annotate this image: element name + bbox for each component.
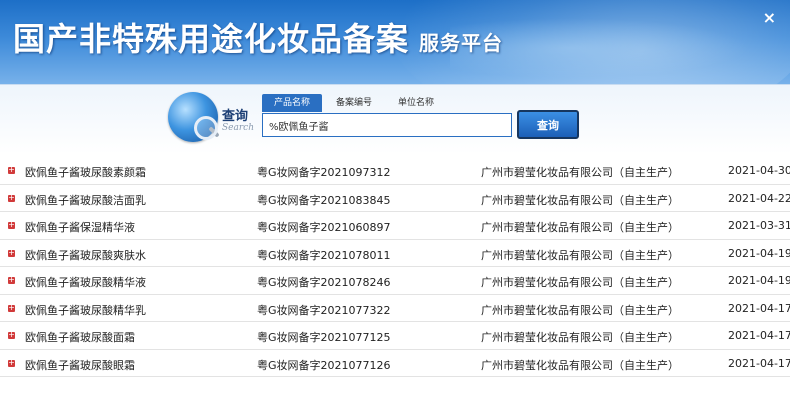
company-name: 广州市碧莹化妆品有限公司（自主生产） — [481, 276, 679, 289]
list-item: 欧佩鱼子酱玻尿酸精华液 粤G妆网备字2021078246 广州市碧莹化妆品有限公… — [0, 267, 790, 295]
registration-number: 粤G妆网备字2021078246 — [257, 276, 391, 289]
list-item: 欧佩鱼子酱玻尿酸眼霜 粤G妆网备字2021077126 广州市碧莹化妆品有限公司… — [0, 350, 790, 377]
registration-number: 粤G妆网备字2021077125 — [257, 331, 391, 344]
plus-icon — [8, 163, 15, 177]
record-date: 2021-04-19 — [728, 246, 790, 260]
product-name-link[interactable]: 欧佩鱼子酱玻尿酸精华液 — [25, 274, 146, 290]
registration-number: 粤G妆网备字2021083845 — [257, 193, 391, 207]
search-button[interactable]: 查询 — [517, 110, 579, 139]
product-name-link[interactable]: 欧佩鱼子酱玻尿酸素颜霜 — [25, 164, 146, 180]
company-name: 广州市碧莹化妆品有限公司（自主生产） — [481, 193, 679, 207]
site-title: 国产非特殊用途化妆品备案 服务平台 — [13, 14, 503, 60]
site-title-main: 国产非特殊用途化妆品备案 — [13, 20, 410, 58]
plus-icon — [8, 273, 15, 287]
record-date: 2021-04-17 — [728, 301, 790, 315]
list-item: 欧佩鱼子酱保湿精华液 粤G妆网备字2021060897 广州市碧莹化妆品有限公司… — [0, 212, 790, 240]
company-name: 广州市碧莹化妆品有限公司（自主生产） — [481, 166, 679, 179]
close-icon[interactable]: × — [763, 8, 776, 27]
site-title-sub: 服务平台 — [419, 31, 504, 55]
product-name-link[interactable]: 欧佩鱼子酱玻尿酸爽肤水 — [25, 247, 146, 263]
list-item: 欧佩鱼子酱玻尿酸精华乳 粤G妆网备字2021077322 广州市碧莹化妆品有限公… — [0, 295, 790, 322]
search-panel: 查询 Search 产品名称 备案编号 单位名称 查询 — [0, 84, 790, 154]
search-label: 查询 — [222, 109, 249, 124]
product-name-link[interactable]: 欧佩鱼子酱保湿精华液 — [25, 219, 135, 235]
record-date: 2021-03-31 — [728, 219, 790, 232]
registration-number: 粤G妆网备字2021078011 — [257, 248, 391, 262]
tab-company-name[interactable]: 单位名称 — [388, 94, 444, 112]
search-input[interactable] — [262, 113, 512, 137]
list-item: 欧佩鱼子酱玻尿酸洁面乳 粤G妆网备字2021083845 广州市碧莹化妆品有限公… — [0, 185, 790, 212]
results-list: 欧佩鱼子酱玻尿酸素颜霜 粤G妆网备字2021097312 广州市碧莹化妆品有限公… — [0, 157, 790, 377]
plus-icon — [8, 191, 15, 205]
plus-icon — [8, 246, 15, 260]
company-name: 广州市碧莹化妆品有限公司（自主生产） — [481, 331, 679, 344]
search-label-en: Search — [222, 123, 254, 133]
site-banner: 国产非特殊用途化妆品备案 服务平台 × — [0, 0, 790, 84]
product-name-link[interactable]: 欧佩鱼子酱玻尿酸面霜 — [25, 329, 135, 345]
company-name: 广州市碧莹化妆品有限公司（自主生产） — [481, 248, 679, 262]
company-name: 广州市碧莹化妆品有限公司（自主生产） — [481, 358, 679, 372]
plus-icon — [8, 218, 15, 232]
registration-number: 粤G妆网备字2021060897 — [257, 221, 391, 234]
tab-registration-number[interactable]: 备案编号 — [328, 94, 380, 112]
list-item: 欧佩鱼子酱玻尿酸素颜霜 粤G妆网备字2021097312 广州市碧莹化妆品有限公… — [0, 157, 790, 185]
tab-product-name[interactable]: 产品名称 — [262, 94, 322, 112]
record-date: 2021-04-19 — [728, 274, 790, 287]
plus-icon — [8, 356, 15, 370]
company-name: 广州市碧莹化妆品有限公司（自主生产） — [481, 303, 679, 317]
plus-icon — [8, 328, 15, 342]
list-item: 欧佩鱼子酱玻尿酸爽肤水 粤G妆网备字2021078011 广州市碧莹化妆品有限公… — [0, 240, 790, 267]
record-date: 2021-04-30 — [728, 164, 790, 177]
company-name: 广州市碧莹化妆品有限公司（自主生产） — [481, 221, 679, 234]
product-name-link[interactable]: 欧佩鱼子酱玻尿酸眼霜 — [25, 357, 135, 373]
list-item: 欧佩鱼子酱玻尿酸面霜 粤G妆网备字2021077125 广州市碧莹化妆品有限公司… — [0, 322, 790, 350]
product-name-link[interactable]: 欧佩鱼子酱玻尿酸精华乳 — [25, 302, 146, 318]
record-date: 2021-04-22 — [728, 191, 790, 205]
record-date: 2021-04-17 — [728, 356, 790, 370]
record-date: 2021-04-17 — [728, 329, 790, 342]
registration-number: 粤G妆网备字2021097312 — [257, 166, 391, 179]
plus-icon — [8, 301, 15, 315]
search-globe-icon — [168, 92, 218, 142]
product-name-link[interactable]: 欧佩鱼子酱玻尿酸洁面乳 — [25, 192, 146, 208]
registration-number: 粤G妆网备字2021077126 — [257, 358, 391, 372]
registration-number: 粤G妆网备字2021077322 — [257, 303, 391, 317]
